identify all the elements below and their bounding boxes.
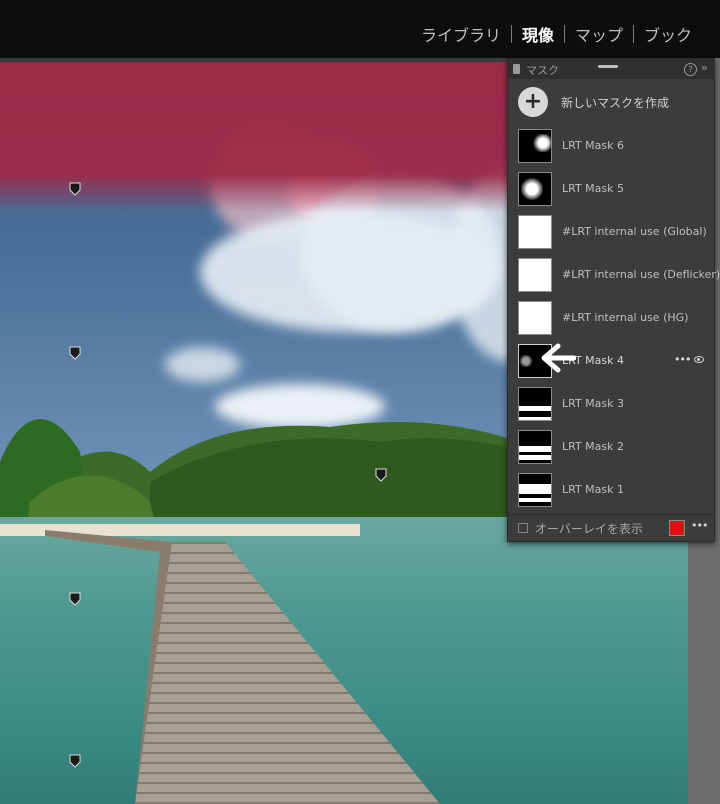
mask-item[interactable]: LRT Mask 5 [508,168,714,211]
mask-item[interactable]: LRT Mask 2 [508,426,714,469]
mask-label: LRT Mask 1 [562,483,625,496]
mask-thumbnail [518,129,552,163]
module-develop[interactable]: 現像 [512,22,564,46]
masks-panel: マスク ? » + 新しいマスクを作成 LRT Mask 6 LRT Mask … [507,58,720,542]
mask-item-selected[interactable]: LRT Mask 4 ••• [508,340,714,383]
mask-pin-icon[interactable] [69,592,81,606]
panel-footer: オーバーレイを表示 ••• [508,514,714,542]
mask-pin-icon[interactable] [69,182,81,196]
create-mask-button[interactable]: + 新しいマスクを作成 [508,83,714,121]
mask-thumbnail [518,430,552,464]
show-overlay-label[interactable]: オーバーレイを表示 [535,520,643,537]
mask-thumbnail [518,387,552,421]
module-book[interactable]: ブック [634,22,702,46]
mask-pin-icon[interactable] [375,468,387,482]
overlay-color-swatch[interactable] [669,520,685,536]
mask-item[interactable]: #LRT internal use (Deflicker) [508,254,720,297]
mask-item[interactable]: #LRT internal use (HG) [508,297,714,340]
show-overlay-checkbox[interactable] [518,523,528,533]
mask-label: #LRT internal use (Deflicker) [562,268,720,281]
panel-title: マスク [526,64,559,77]
eye-icon[interactable] [694,356,704,363]
module-picker-bar: ライブラリ 現像 マップ ブック [0,0,720,58]
panel-grip-icon [513,64,520,74]
mask-pin-icon[interactable] [69,754,81,768]
more-options-icon[interactable]: ••• [674,353,691,366]
mask-list: LRT Mask 6 LRT Mask 5 #LRT internal use … [508,125,720,512]
panel-header[interactable]: マスク ? » [508,59,714,79]
mask-thumbnail [518,215,552,249]
mask-label: LRT Mask 2 [562,440,625,453]
collapse-icon[interactable]: » [701,61,708,74]
mask-label: #LRT internal use (Global) [562,225,707,238]
create-mask-label: 新しいマスクを作成 [561,96,670,110]
mask-item[interactable]: #LRT internal use (Global) [508,211,714,254]
mask-item[interactable]: LRT Mask 6 [508,125,714,168]
mask-thumbnail [518,473,552,507]
more-options-icon[interactable]: ••• [691,519,708,532]
drag-handle[interactable] [598,65,618,68]
mask-pin-icon[interactable] [69,346,81,360]
mask-label: LRT Mask 5 [562,182,625,195]
module-library[interactable]: ライブラリ [411,22,511,46]
mask-thumbnail [518,301,552,335]
mask-thumbnail [518,172,552,206]
mask-label: #LRT internal use (HG) [562,311,689,324]
arrow-annotation-icon [541,343,576,373]
plus-icon: + [518,87,548,117]
mask-label: LRT Mask 3 [562,397,625,410]
module-picker: ライブラリ 現像 マップ ブック [411,22,702,46]
help-icon[interactable]: ? [684,63,697,76]
mask-thumbnail [518,258,552,292]
mask-item[interactable]: LRT Mask 1 [508,469,714,512]
mask-item[interactable]: LRT Mask 3 [508,383,714,426]
mask-label: LRT Mask 6 [562,139,625,152]
module-map[interactable]: マップ [565,22,633,46]
